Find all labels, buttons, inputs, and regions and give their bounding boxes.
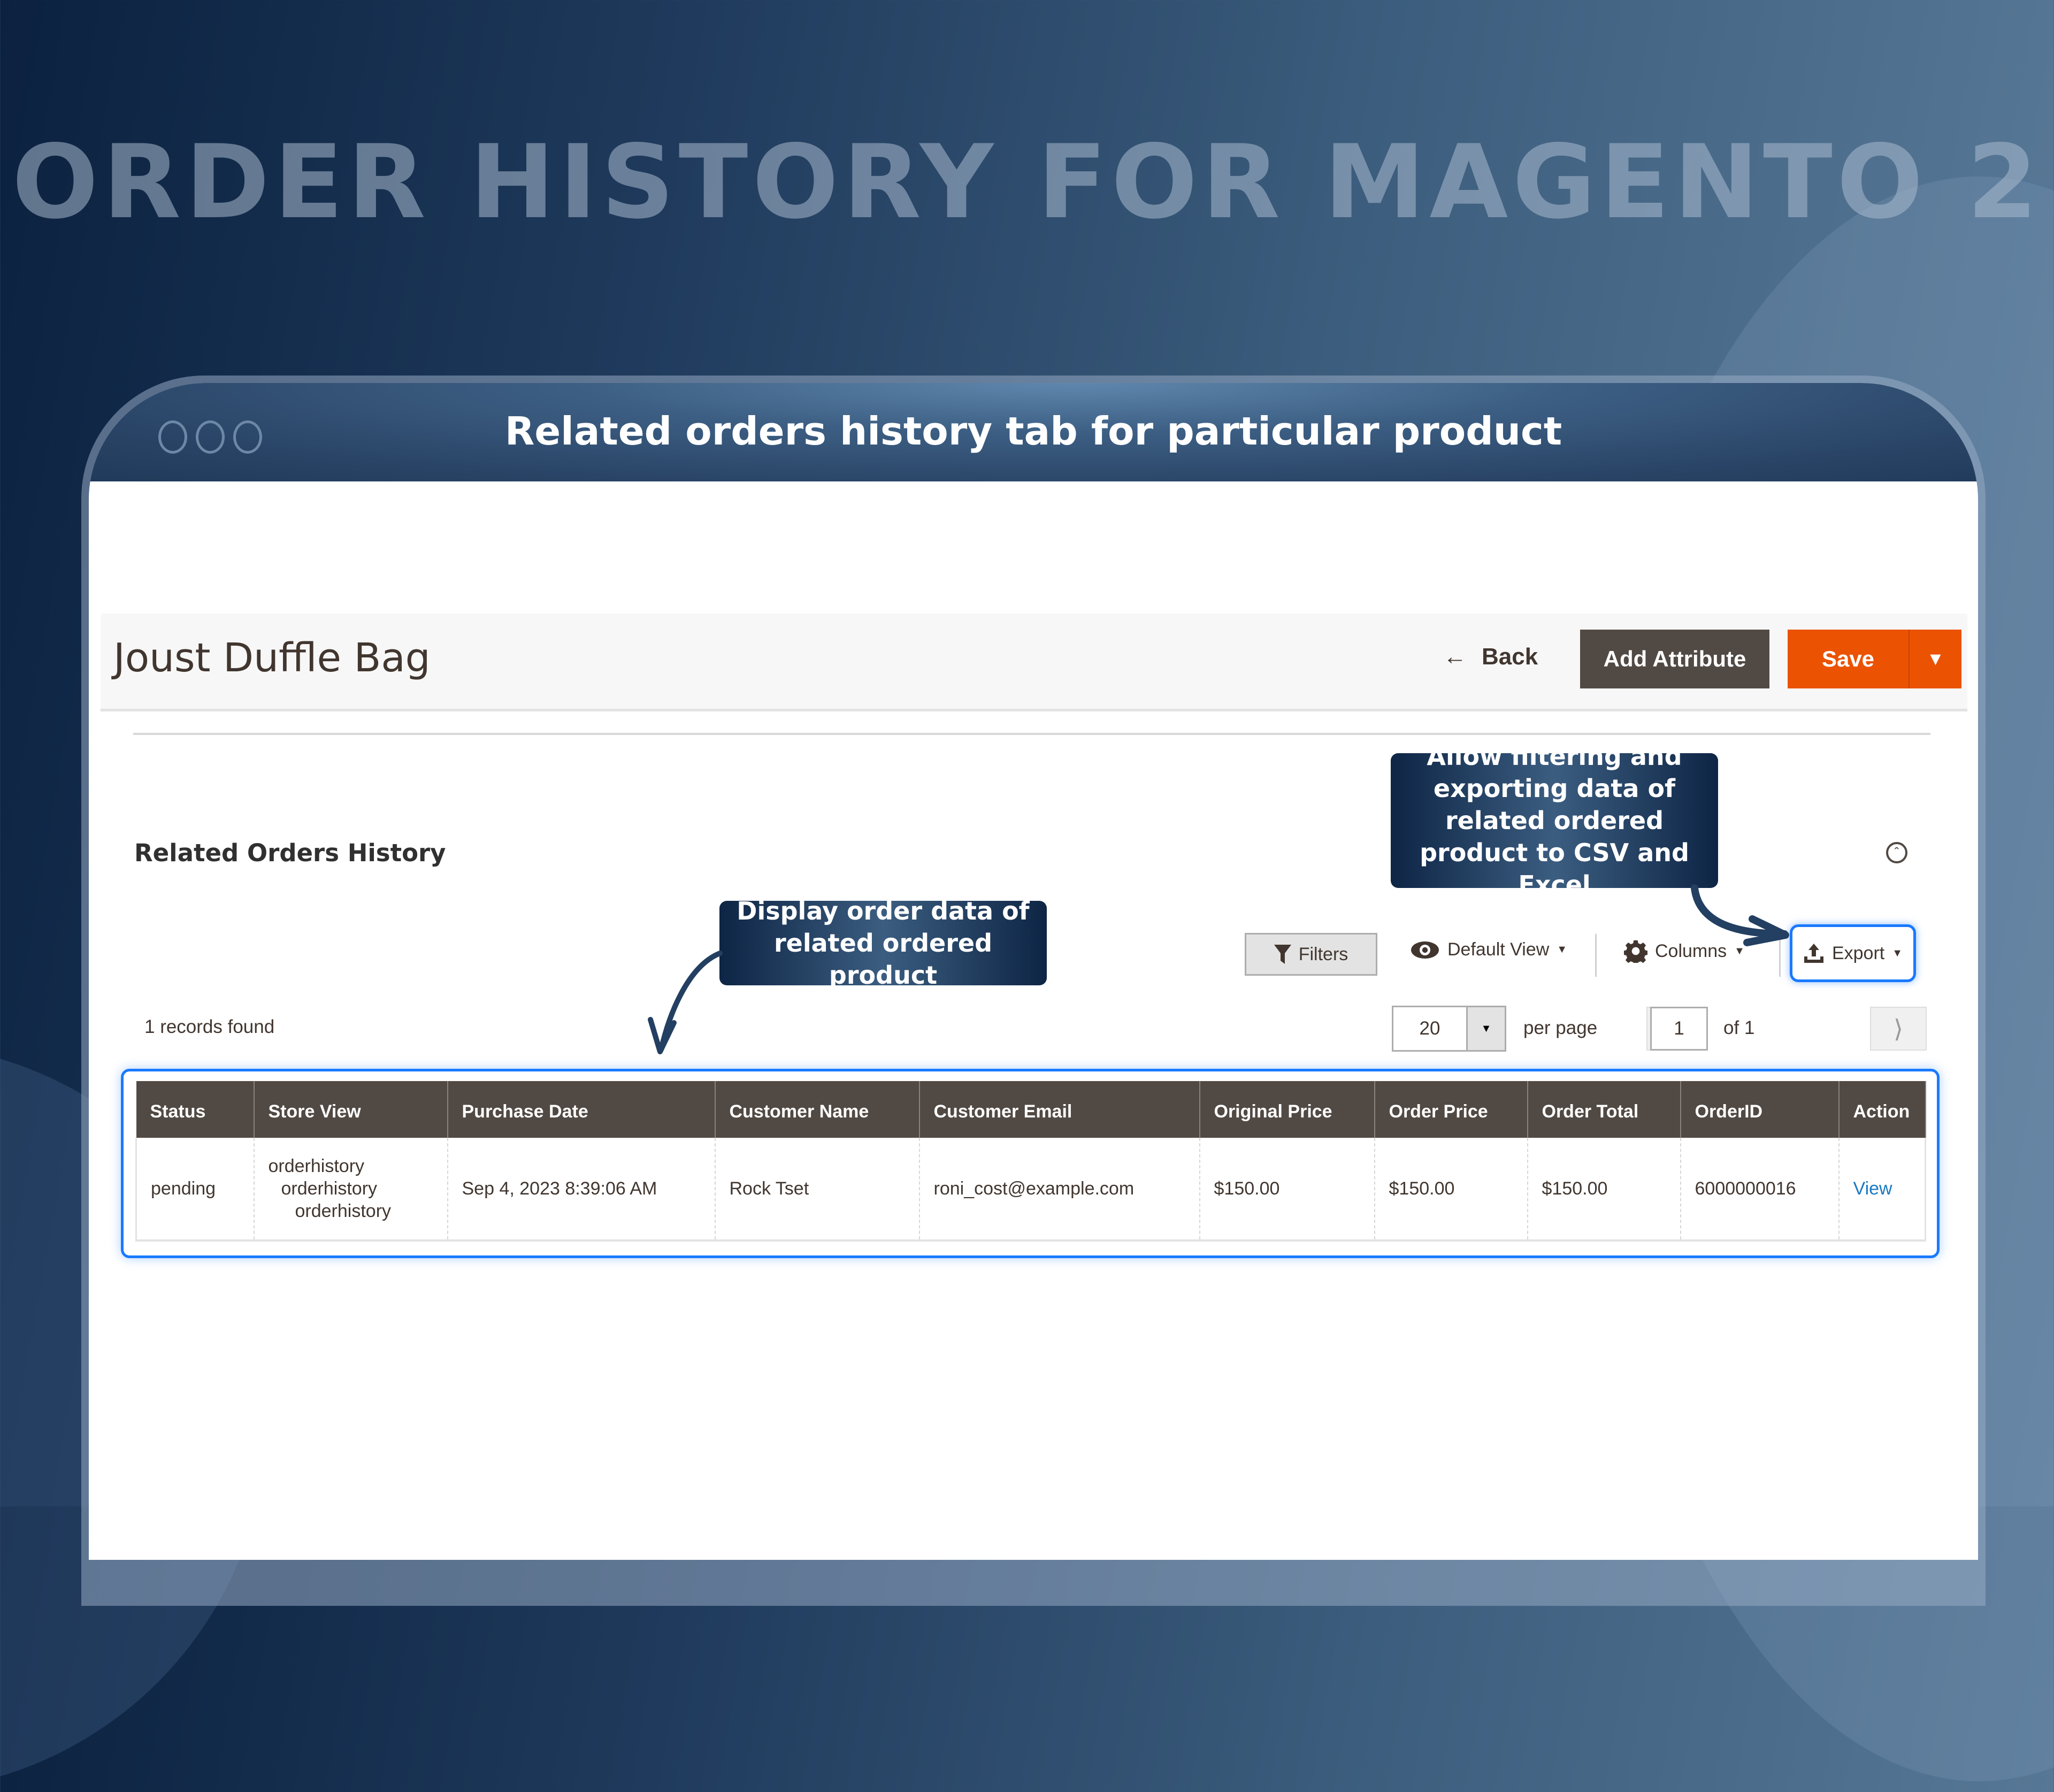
store-view-line: orderhistory — [268, 1156, 365, 1176]
column-header-store-view[interactable]: Store View — [254, 1081, 448, 1138]
caret-down-icon[interactable]: ▼ — [1466, 1007, 1505, 1050]
save-button[interactable]: Save — [1788, 630, 1910, 688]
column-header-customer-name[interactable]: Customer Name — [715, 1081, 920, 1138]
column-header-order-id[interactable]: OrderID — [1680, 1081, 1840, 1138]
column-header-order-total[interactable]: Order Total — [1527, 1081, 1681, 1138]
callout-display: Display order data of related ordered pr… — [719, 897, 1047, 990]
arrowhead-display-callout — [648, 1017, 677, 1054]
back-label: Back — [1482, 644, 1538, 670]
caret-down-icon: ▼ — [1557, 944, 1568, 955]
cell-order-id: 6000000016 — [1680, 1138, 1840, 1242]
cell-purchase-date: Sep 4, 2023 8:39:06 AM — [447, 1138, 716, 1242]
toolbar-separator — [1779, 934, 1781, 977]
default-view-label: Default View — [1447, 939, 1550, 960]
export-dropdown[interactable]: Export ▼ — [1790, 924, 1916, 982]
columns-label: Columns — [1655, 940, 1727, 961]
back-button[interactable]: ← Back — [1443, 644, 1538, 670]
next-page-button[interactable]: ⟩ — [1870, 1007, 1927, 1051]
collapse-chevron-up-icon[interactable]: ˆ — [1886, 842, 1907, 863]
orders-grid: Status Store View Purchase Date Customer… — [135, 1081, 1926, 1242]
app-window: Related orders history tab for particula… — [89, 383, 1978, 1560]
cell-customer-email: roni_cost@example.com — [919, 1138, 1200, 1242]
column-header-status[interactable]: Status — [136, 1081, 255, 1138]
columns-dropdown[interactable]: Columns ▼ — [1624, 939, 1745, 963]
save-button-group: Save ▼ — [1788, 630, 1961, 688]
gear-icon — [1624, 940, 1647, 963]
export-label: Export — [1831, 943, 1885, 963]
section-title[interactable]: Related Orders History — [134, 839, 446, 867]
cell-order-total: $150.00 — [1527, 1138, 1681, 1242]
column-header-original-price[interactable]: Original Price — [1199, 1081, 1375, 1138]
filters-label: Filters — [1298, 944, 1348, 964]
records-found: 1 records found — [144, 1016, 275, 1037]
per-page-label: per page — [1523, 1017, 1598, 1038]
arrow-display-callout — [658, 951, 723, 1052]
funnel-icon — [1274, 945, 1291, 964]
orders-grid-highlight: Status Store View Purchase Date Customer… — [121, 1069, 1940, 1258]
filters-button[interactable]: Filters — [1245, 933, 1377, 976]
arrow-left-icon: ← — [1443, 644, 1467, 670]
cell-status: pending — [135, 1138, 255, 1242]
page-total: of 1 — [1723, 1017, 1755, 1038]
per-page-select[interactable]: 20 ▼ — [1392, 1006, 1506, 1052]
column-header-action: Action — [1838, 1081, 1926, 1138]
store-view-line: orderhistory — [281, 1178, 378, 1199]
cell-store-view: orderhistory orderhistory orderhistory — [254, 1138, 448, 1242]
per-page-value: 20 — [1419, 1018, 1440, 1039]
page-title: Joust Duffle Bag — [113, 635, 431, 681]
cell-original-price: $150.00 — [1199, 1138, 1375, 1242]
upload-icon — [1804, 944, 1823, 963]
eye-icon — [1411, 941, 1439, 959]
page-number-input[interactable]: 1 — [1650, 1007, 1708, 1051]
section-divider — [133, 733, 1930, 735]
cell-order-price: $150.00 — [1374, 1138, 1528, 1242]
table-row: pending orderhistory orderhistory orderh… — [135, 1138, 1926, 1242]
cell-action: View — [1838, 1138, 1926, 1242]
add-attribute-button[interactable]: Add Attribute — [1580, 630, 1769, 688]
store-view-line: orderhistory — [295, 1201, 392, 1221]
save-dropdown-toggle[interactable]: ▼ — [1910, 630, 1961, 688]
hero-title: ORDER HISTORY FOR MAGENTO 2 — [12, 123, 2042, 241]
toolbar-separator — [1595, 934, 1597, 977]
cell-customer-name: Rock Tset — [715, 1138, 920, 1242]
page-header: Joust Duffle Bag ← Back Add Attribute Sa… — [101, 614, 1967, 711]
caret-down-icon: ▼ — [1926, 648, 1945, 669]
caret-down-icon: ▼ — [1892, 947, 1903, 959]
callout-export: Allow filtering and exporting data of re… — [1391, 742, 1718, 899]
view-order-link[interactable]: View — [1853, 1178, 1892, 1199]
column-header-order-price[interactable]: Order Price — [1374, 1081, 1528, 1138]
chevron-right-icon: ⟩ — [1894, 1015, 1903, 1043]
column-header-purchase-date[interactable]: Purchase Date — [447, 1081, 716, 1138]
grid-header-row: Status Store View Purchase Date Customer… — [136, 1081, 1926, 1138]
window-title: Related orders history tab for particula… — [504, 409, 1562, 454]
caret-down-icon: ▼ — [1734, 945, 1745, 957]
window-titlebar: Related orders history tab for particula… — [89, 383, 1978, 481]
column-header-customer-email[interactable]: Customer Email — [919, 1081, 1200, 1138]
default-view-dropdown[interactable]: Default View ▼ — [1410, 939, 1567, 960]
